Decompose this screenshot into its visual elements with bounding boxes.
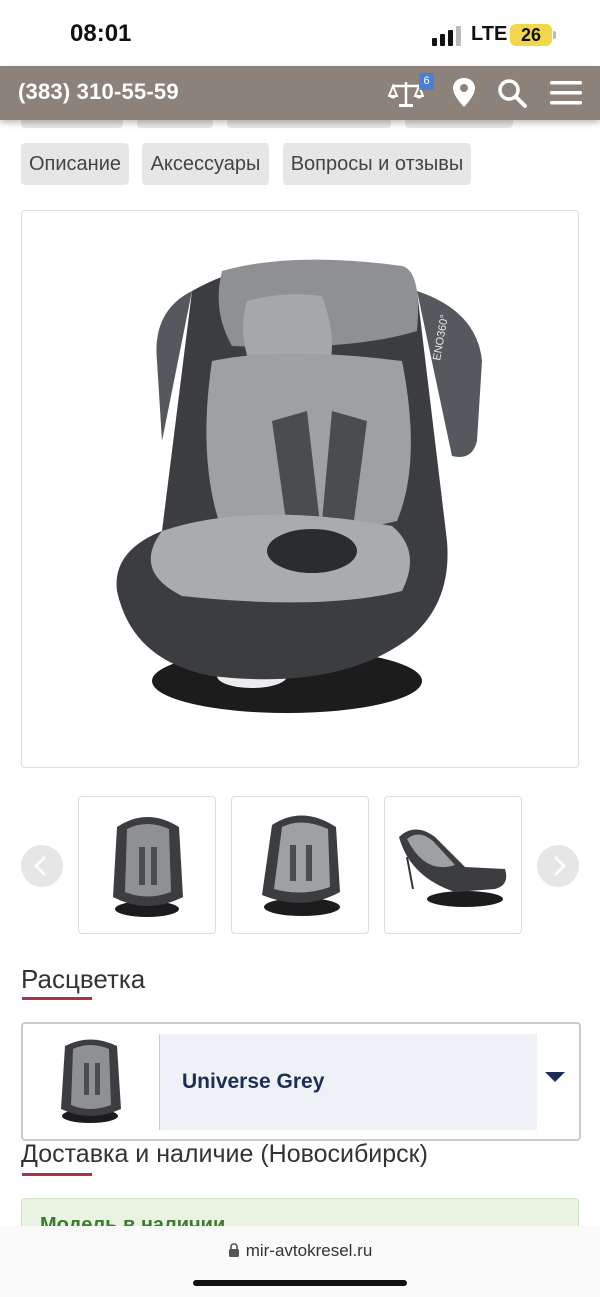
site-header: (383) 310-55-59 6 (0, 66, 600, 120)
tab-accessories[interactable]: Аксессуары (142, 143, 269, 185)
color-section-title: Расцветка (21, 964, 146, 994)
network-type: LTE (471, 23, 508, 45)
home-indicator[interactable] (193, 1280, 407, 1286)
battery-tip (553, 31, 556, 39)
chevron-left-icon (34, 856, 46, 876)
battery-icon: 26 (510, 24, 552, 46)
prev-image-button[interactable] (21, 845, 63, 887)
tab-description[interactable]: Описание (21, 143, 129, 185)
menu-icon[interactable] (548, 76, 584, 110)
thumbnail-image (113, 817, 183, 917)
thumbnail-side[interactable] (384, 796, 522, 934)
selected-color-name: Universe Grey (182, 1070, 325, 1093)
search-icon[interactable] (494, 76, 530, 110)
car-seat-image: ENO360° (116, 259, 482, 713)
status-bar: 08:01 LTE 26 (0, 0, 600, 66)
section-underline (22, 997, 92, 1000)
location-pin-icon[interactable] (446, 76, 482, 110)
thumbnail-image (262, 815, 340, 916)
url-bar[interactable]: mir-avtokresel.ru (0, 1241, 600, 1261)
color-swatch-image (61, 1039, 121, 1123)
lock-icon (228, 1243, 239, 1257)
thumbnail-image (399, 829, 507, 907)
phone-link[interactable]: (383) 310-55-59 (18, 79, 179, 105)
section-underline (22, 1173, 92, 1176)
tab-questions-reviews[interactable]: Вопросы и отзывы (283, 143, 471, 185)
color-select[interactable]: Universe Grey (21, 1022, 581, 1141)
url-text: mir-avtokresel.ru (245, 1241, 373, 1260)
signal-icon (432, 26, 461, 46)
thumbnail-front[interactable] (78, 796, 216, 934)
thumbnail-angle[interactable] (231, 796, 369, 934)
color-name-box: Universe Grey (159, 1034, 537, 1130)
chevron-down-icon[interactable] (543, 1070, 567, 1084)
status-time: 08:01 (70, 20, 132, 47)
chevron-right-icon (554, 856, 566, 876)
compare-count-badge: 6 (419, 73, 434, 90)
main-product-image[interactable]: ENO360° (21, 210, 579, 768)
delivery-section-title: Доставка и наличие (Новосибирск) (21, 1140, 428, 1168)
next-image-button[interactable] (537, 845, 579, 887)
browser-bar: mir-avtokresel.ru (0, 1226, 600, 1297)
